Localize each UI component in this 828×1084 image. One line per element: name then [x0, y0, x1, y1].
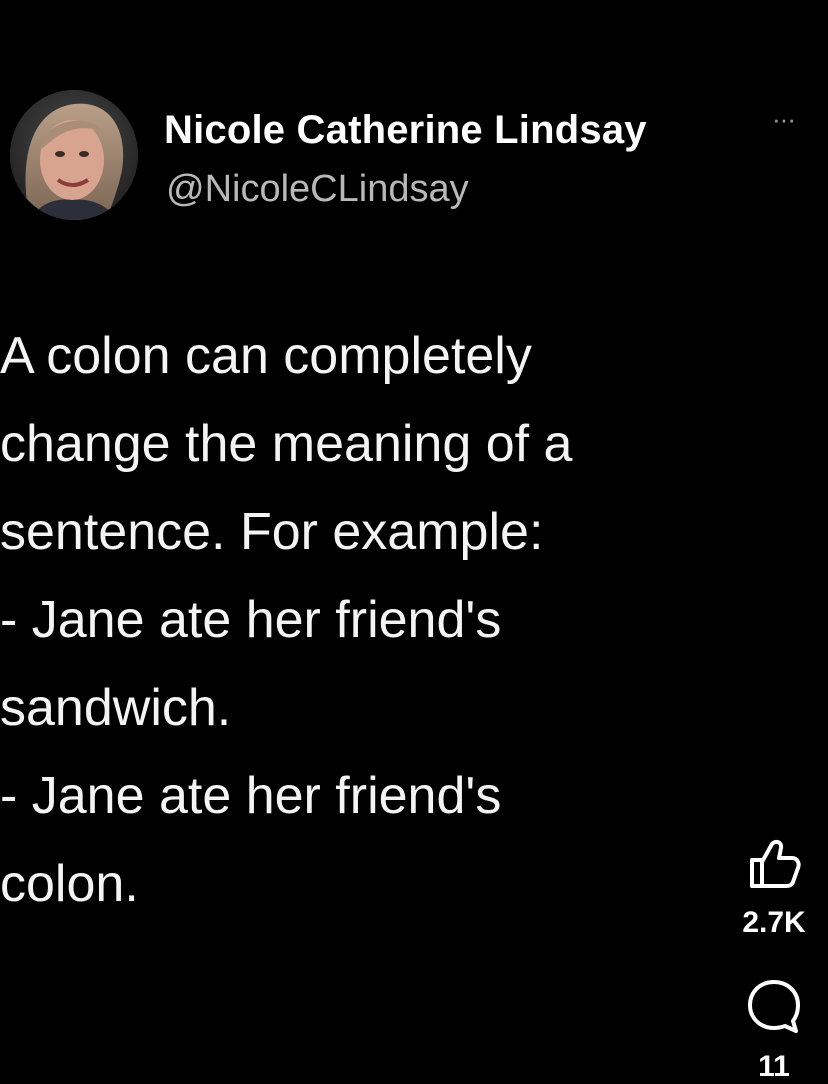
- author-name[interactable]: Nicole Catherine Lindsay: [164, 108, 647, 153]
- post-line: sentence. For example:: [0, 503, 544, 561]
- comment-count: 11: [758, 1050, 790, 1083]
- author-handle[interactable]: @NicoleCLindsay: [166, 168, 469, 211]
- post-line: - Jane ate her friend's: [0, 591, 502, 649]
- post-line: colon.: [0, 855, 139, 913]
- post-text: A colon can completely change the meanin…: [0, 312, 720, 928]
- post-line: sandwich.: [0, 679, 232, 737]
- action-rail: 2.7K 11: [720, 830, 828, 1083]
- like-count: 2.7K: [742, 906, 806, 939]
- comment-icon[interactable]: [744, 976, 804, 1036]
- post-line: A colon can completely: [0, 327, 532, 385]
- post-line: change the meaning of a: [0, 415, 573, 473]
- avatar[interactable]: [10, 90, 138, 220]
- more-options-button[interactable]: ···: [772, 104, 796, 135]
- thumbs-up-icon[interactable]: [746, 836, 802, 892]
- post-line: - Jane ate her friend's: [0, 767, 502, 825]
